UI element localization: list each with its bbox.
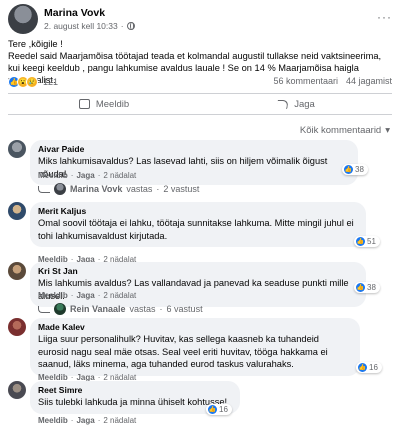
like-reaction-icon: 👍 bbox=[358, 363, 367, 372]
comment-age[interactable]: 2 nädalat bbox=[103, 171, 136, 180]
comment-reactions[interactable]: 👍 51 bbox=[354, 236, 380, 247]
commenter-name[interactable]: Reet Simre bbox=[38, 385, 232, 396]
separator-dot: · bbox=[120, 21, 124, 31]
post-stats: 👍 😮 😢 121 56 kommentaari 44 jagamist bbox=[8, 76, 392, 90]
share-arrow-icon bbox=[276, 99, 289, 109]
thumbs-up-icon bbox=[78, 99, 90, 109]
replier-avatar bbox=[54, 303, 66, 315]
reply-count: 2 vastust bbox=[163, 184, 200, 194]
comment: Aivar Paide Miks lahkumisavaldus? Las la… bbox=[8, 140, 392, 196]
comment: Merit Kaljus Omal soovil töötaja ei lahk… bbox=[8, 202, 392, 264]
author-avatar[interactable] bbox=[8, 4, 38, 34]
comment-like-count: 16 bbox=[369, 363, 378, 372]
view-replies[interactable]: Rein Vanaale vastas · 6 vastust bbox=[38, 303, 203, 315]
comment-text: Liiga suur personalihulk? Huvitav, kas s… bbox=[38, 334, 328, 369]
reply-arrow-icon bbox=[38, 185, 50, 193]
commenter-name[interactable]: Merit Kaljus bbox=[38, 206, 358, 217]
comment-bubble: Kri St Jan Mis lahkumis avaldus? Las val… bbox=[30, 262, 366, 307]
like-button[interactable]: Meeldib bbox=[8, 94, 200, 114]
comment-bubble: Made Kalev Liiga suur personalihulk? Huv… bbox=[30, 318, 360, 376]
post-author[interactable]: Marina Vovk bbox=[44, 7, 105, 19]
globe-icon bbox=[126, 22, 135, 30]
comment-like-button[interactable]: Meeldib bbox=[38, 291, 68, 300]
comment-like-count: 38 bbox=[355, 165, 364, 174]
comment-like-count: 16 bbox=[219, 405, 228, 414]
stats-right: 56 kommentaari 44 jagamist bbox=[273, 76, 392, 86]
comment-like-count: 51 bbox=[367, 237, 376, 246]
replier-avatar bbox=[54, 183, 66, 195]
comment-reactions[interactable]: 👍 38 bbox=[342, 164, 368, 175]
comment-bubble: Merit Kaljus Omal soovil töötaja ei lahk… bbox=[30, 202, 366, 247]
comment-text: Siis tulebki lahkuda ja minna ühiselt ko… bbox=[38, 397, 228, 407]
comment: Made Kalev Liiga suur personalihulk? Huv… bbox=[8, 318, 392, 382]
commenter-avatar[interactable] bbox=[8, 381, 26, 399]
comment-like-button[interactable]: Meeldib bbox=[38, 416, 68, 425]
like-reaction-icon: 👍 bbox=[356, 237, 365, 246]
comment-reactions[interactable]: 👍 16 bbox=[206, 404, 232, 415]
reaction-count: 121 bbox=[43, 77, 59, 87]
comment-actions: Meeldib · Jaga · 2 nädalat bbox=[38, 171, 137, 180]
comment-age[interactable]: 2 nädalat bbox=[103, 291, 136, 300]
sad-reaction-icon: 😢 bbox=[26, 76, 38, 88]
comment-actions: Meeldib · Jaga · 2 nädalat bbox=[38, 291, 137, 300]
comment-reactions[interactable]: 👍 16 bbox=[356, 362, 382, 373]
comment-like-button[interactable]: Meeldib bbox=[38, 171, 68, 180]
reply-arrow-icon bbox=[38, 305, 50, 313]
action-bar: Meeldib Jaga bbox=[8, 93, 392, 115]
post-meta: 2. august kell 10:33 · bbox=[44, 21, 135, 31]
comment-text: Omal soovil töötaja ei lahku, töötaja su… bbox=[38, 218, 354, 241]
like-reaction-icon: 👍 bbox=[344, 165, 353, 174]
commenter-avatar[interactable] bbox=[8, 262, 26, 280]
reply-verb: vastas bbox=[129, 304, 156, 314]
commenter-avatar[interactable] bbox=[8, 202, 26, 220]
comments-count[interactable]: 56 kommentaari bbox=[273, 76, 338, 86]
sort-label: Kõik kommentaarid bbox=[299, 125, 382, 136]
commenter-name[interactable]: Made Kalev bbox=[38, 322, 352, 333]
post-header: Marina Vovk 2. august kell 10:33 · ··· bbox=[6, 4, 394, 34]
more-options-button[interactable]: ··· bbox=[377, 10, 392, 24]
comment: Kri St Jan Mis lahkumis avaldus? Las val… bbox=[8, 262, 392, 318]
comment: Reet Simre Siis tulebki lahkuda ja minna… bbox=[8, 381, 392, 425]
reply-verb: vastas bbox=[126, 184, 153, 194]
commenter-name[interactable]: Kri St Jan bbox=[38, 266, 358, 277]
like-reaction-icon: 👍 bbox=[356, 283, 365, 292]
replier-name: Rein Vanaale bbox=[70, 304, 126, 314]
reply-count: 6 vastust bbox=[166, 304, 203, 314]
comment-actions: Meeldib · Jaga · 2 nädalat bbox=[38, 416, 137, 425]
comment-reply-button[interactable]: Jaga bbox=[76, 416, 94, 425]
comment-reply-button[interactable]: Jaga bbox=[76, 171, 94, 180]
post-timestamp[interactable]: 2. august kell 10:33 bbox=[44, 21, 118, 31]
commenter-avatar[interactable] bbox=[8, 140, 26, 158]
comment-reactions[interactable]: 👍 38 bbox=[354, 282, 380, 293]
comment-like-count: 38 bbox=[367, 283, 376, 292]
comment-sort-dropdown[interactable]: Kõik kommentaarid ▾ bbox=[300, 125, 390, 136]
reactions-summary[interactable]: 👍 😮 😢 121 bbox=[8, 76, 58, 88]
commenter-avatar[interactable] bbox=[8, 318, 26, 336]
comment-age[interactable]: 2 nädalat bbox=[103, 416, 136, 425]
shares-count[interactable]: 44 jagamist bbox=[346, 76, 392, 86]
chevron-down-icon: ▾ bbox=[385, 125, 390, 136]
share-button-label: Jaga bbox=[294, 98, 315, 110]
post-text-line: Tere ,kõigile ! bbox=[8, 39, 63, 49]
replier-name: Marina Vovk bbox=[70, 184, 123, 194]
comment-reply-button[interactable]: Jaga bbox=[76, 291, 94, 300]
commenter-name[interactable]: Aivar Paide bbox=[38, 144, 350, 155]
like-button-label: Meeldib bbox=[95, 98, 130, 110]
view-replies[interactable]: Marina Vovk vastas · 2 vastust bbox=[38, 183, 199, 195]
like-reaction-icon: 👍 bbox=[208, 405, 217, 414]
share-button[interactable]: Jaga bbox=[200, 94, 392, 114]
